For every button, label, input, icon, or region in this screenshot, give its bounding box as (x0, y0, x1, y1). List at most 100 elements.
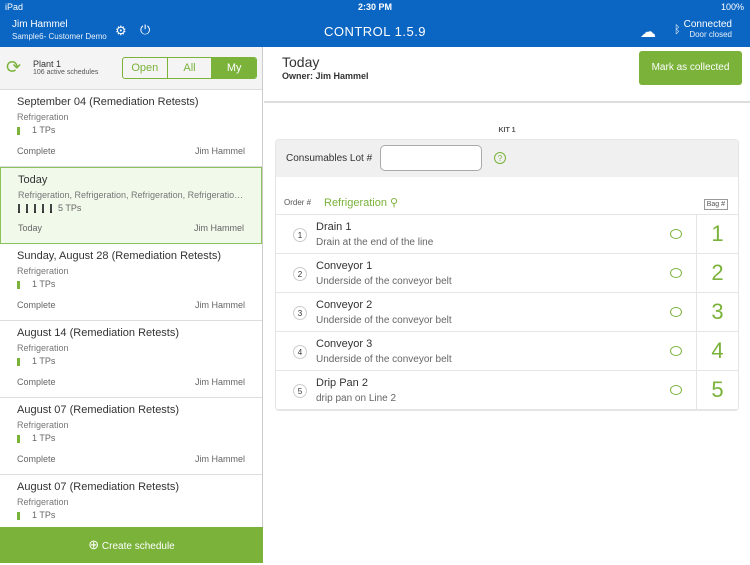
tp-count: 1 TPs (32, 433, 56, 443)
plus-circle-icon: ⊕ (88, 537, 100, 552)
zone-name: Refrigeration (324, 197, 387, 209)
app-title: CONTROL 1.5.9 (323, 24, 427, 39)
bag-number[interactable]: 1 (696, 215, 738, 253)
tp-count: 1 TPs (32, 356, 56, 366)
test-point-name: Drain 1 (316, 221, 352, 233)
schedule-category: Refrigeration (17, 112, 69, 122)
schedule-owner: Jim Hammel (194, 300, 245, 310)
schedule-title: August 07 (Remediation Retests) (17, 481, 180, 493)
schedule-category: Refrigeration, Refrigeration, Refrigerat… (18, 190, 244, 200)
filter-my[interactable]: My (212, 58, 256, 78)
test-point-row[interactable]: 2 Conveyor 1 Underside of the conveyor b… (276, 254, 738, 293)
bluetooth-icon: ᛒ (674, 24, 681, 36)
tube-icon (17, 511, 20, 520)
tp-count: 1 TPs (32, 125, 56, 135)
consumables-row: Consumables Lot # ? (276, 140, 738, 177)
main-panel: Today Owner: Jim Hammel Mark as collecte… (264, 47, 750, 563)
schedule-category: Refrigeration (17, 343, 69, 353)
test-point-row[interactable]: 4 Conveyor 3 Underside of the conveyor b… (276, 332, 738, 371)
tube-icon (17, 280, 20, 289)
bag-number[interactable]: 3 (696, 293, 738, 331)
bag-number[interactable]: 2 (696, 254, 738, 292)
schedule-status: Today (18, 223, 43, 233)
order-number: 5 (293, 384, 307, 398)
plant-name[interactable]: Plant 1 (33, 59, 61, 69)
bag-label: Bag # (703, 199, 728, 210)
test-point-row[interactable]: 3 Conveyor 2 Underside of the conveyor b… (276, 293, 738, 332)
kit-label: KIT 1 (498, 127, 516, 134)
order-number: 3 (293, 306, 307, 320)
schedule-category: Refrigeration (17, 420, 69, 430)
test-point-desc: Underside of the conveyor belt (316, 315, 452, 326)
tp-count: 5 TPs (58, 203, 82, 213)
test-point-name: Conveyor 2 (316, 299, 373, 311)
test-point-desc: Drain at the end of the line (316, 237, 434, 248)
schedule-status: Complete (17, 300, 56, 310)
schedule-title: September 04 (Remediation Retests) (17, 96, 199, 108)
test-point-row[interactable]: 5 Drip Pan 2 drip pan on Line 2 5 (276, 371, 738, 410)
tube-icon (17, 126, 20, 135)
cloud-sync-icon[interactable]: ☁ (640, 22, 656, 42)
comment-icon[interactable] (670, 346, 682, 356)
filter-all[interactable]: All (168, 58, 213, 78)
test-point-name: Conveyor 3 (316, 338, 373, 350)
mark-collected-button[interactable]: Mark as collected (639, 51, 742, 85)
consumables-label: Consumables Lot # (286, 153, 373, 164)
schedule-status: Complete (17, 454, 56, 464)
schedule-title: August 07 (Remediation Retests) (17, 404, 180, 416)
schedule-title: August 14 (Remediation Retests) (17, 327, 180, 339)
schedule-item[interactable]: September 04 (Remediation Retests) Refri… (0, 90, 262, 167)
consumables-lot-input[interactable] (380, 145, 482, 171)
order-header: Order # Refrigeration ⚲ Bag # (276, 177, 738, 215)
tp-count: 1 TPs (32, 279, 56, 289)
comment-icon[interactable] (670, 229, 682, 239)
schedule-status: Complete (17, 377, 56, 387)
swab-icon (18, 203, 58, 214)
bag-number[interactable]: 5 (696, 371, 738, 409)
schedule-status: Complete (17, 146, 56, 156)
sidebar-header: ⟳ Plant 1 106 active schedules Open All … (0, 47, 262, 90)
schedule-owner: Jim Hammel (194, 454, 245, 464)
filter-segment[interactable]: Open All My (122, 57, 257, 79)
kit-card: Consumables Lot # ? Order # Refrigeratio… (275, 139, 739, 411)
schedule-category: Refrigeration (17, 266, 69, 276)
test-point-desc: drip pan on Line 2 (316, 393, 397, 404)
test-point-list: 1 Drain 1 Drain at the end of the line 1… (276, 215, 738, 410)
tube-icon (17, 434, 20, 443)
sidebar: ⟳ Plant 1 106 active schedules Open All … (0, 47, 263, 563)
test-point-name: Drip Pan 2 (316, 377, 368, 389)
order-number: 4 (293, 345, 307, 359)
tp-count: 1 TPs (32, 510, 56, 520)
connected-label: Connected (683, 19, 732, 30)
comment-icon[interactable] (670, 385, 682, 395)
test-point-desc: Underside of the conveyor belt (316, 276, 452, 287)
order-number: 2 (293, 267, 307, 281)
create-schedule-button[interactable]: ⊕ Create schedule (0, 527, 263, 563)
connection-status: Connected Door closed (684, 19, 732, 39)
comment-icon[interactable] (670, 307, 682, 317)
schedule-item[interactable]: August 07 (Remediation Retests) Refriger… (0, 398, 262, 475)
schedule-item[interactable]: Sunday, August 28 (Remediation Retests) … (0, 244, 262, 321)
schedule-count: 106 active schedules (33, 69, 99, 76)
zone-label: Refrigeration ⚲ (324, 196, 398, 209)
test-point-row[interactable]: 1 Drain 1 Drain at the end of the line 1 (276, 215, 738, 254)
location-pin-icon[interactable]: ⚲ (390, 197, 398, 209)
refresh-icon[interactable]: ⟳ (6, 57, 21, 78)
comment-icon[interactable] (670, 268, 682, 278)
test-point-name: Conveyor 1 (316, 260, 373, 272)
battery: 100% (720, 2, 744, 12)
clock: 2:30 PM (357, 2, 392, 12)
filter-open[interactable]: Open (123, 58, 168, 78)
schedule-list[interactable]: September 04 (Remediation Retests) Refri… (0, 90, 262, 552)
help-icon[interactable]: ? (494, 152, 506, 164)
schedule-title: Sunday, August 28 (Remediation Retests) (17, 250, 222, 262)
bag-number[interactable]: 4 (696, 332, 738, 370)
schedule-item[interactable]: August 14 (Remediation Retests) Refriger… (0, 321, 262, 398)
schedule-item[interactable]: Today Refrigeration, Refrigeration, Refr… (0, 167, 262, 244)
schedule-header: Today Owner: Jim Hammel Mark as collecte… (264, 47, 750, 103)
schedule-category: Refrigeration (17, 497, 69, 507)
order-number: 1 (293, 228, 307, 242)
door-status: Door closed (689, 30, 732, 39)
order-label: Order # (284, 198, 312, 207)
schedule-owner: Jim Hammel (194, 377, 245, 387)
